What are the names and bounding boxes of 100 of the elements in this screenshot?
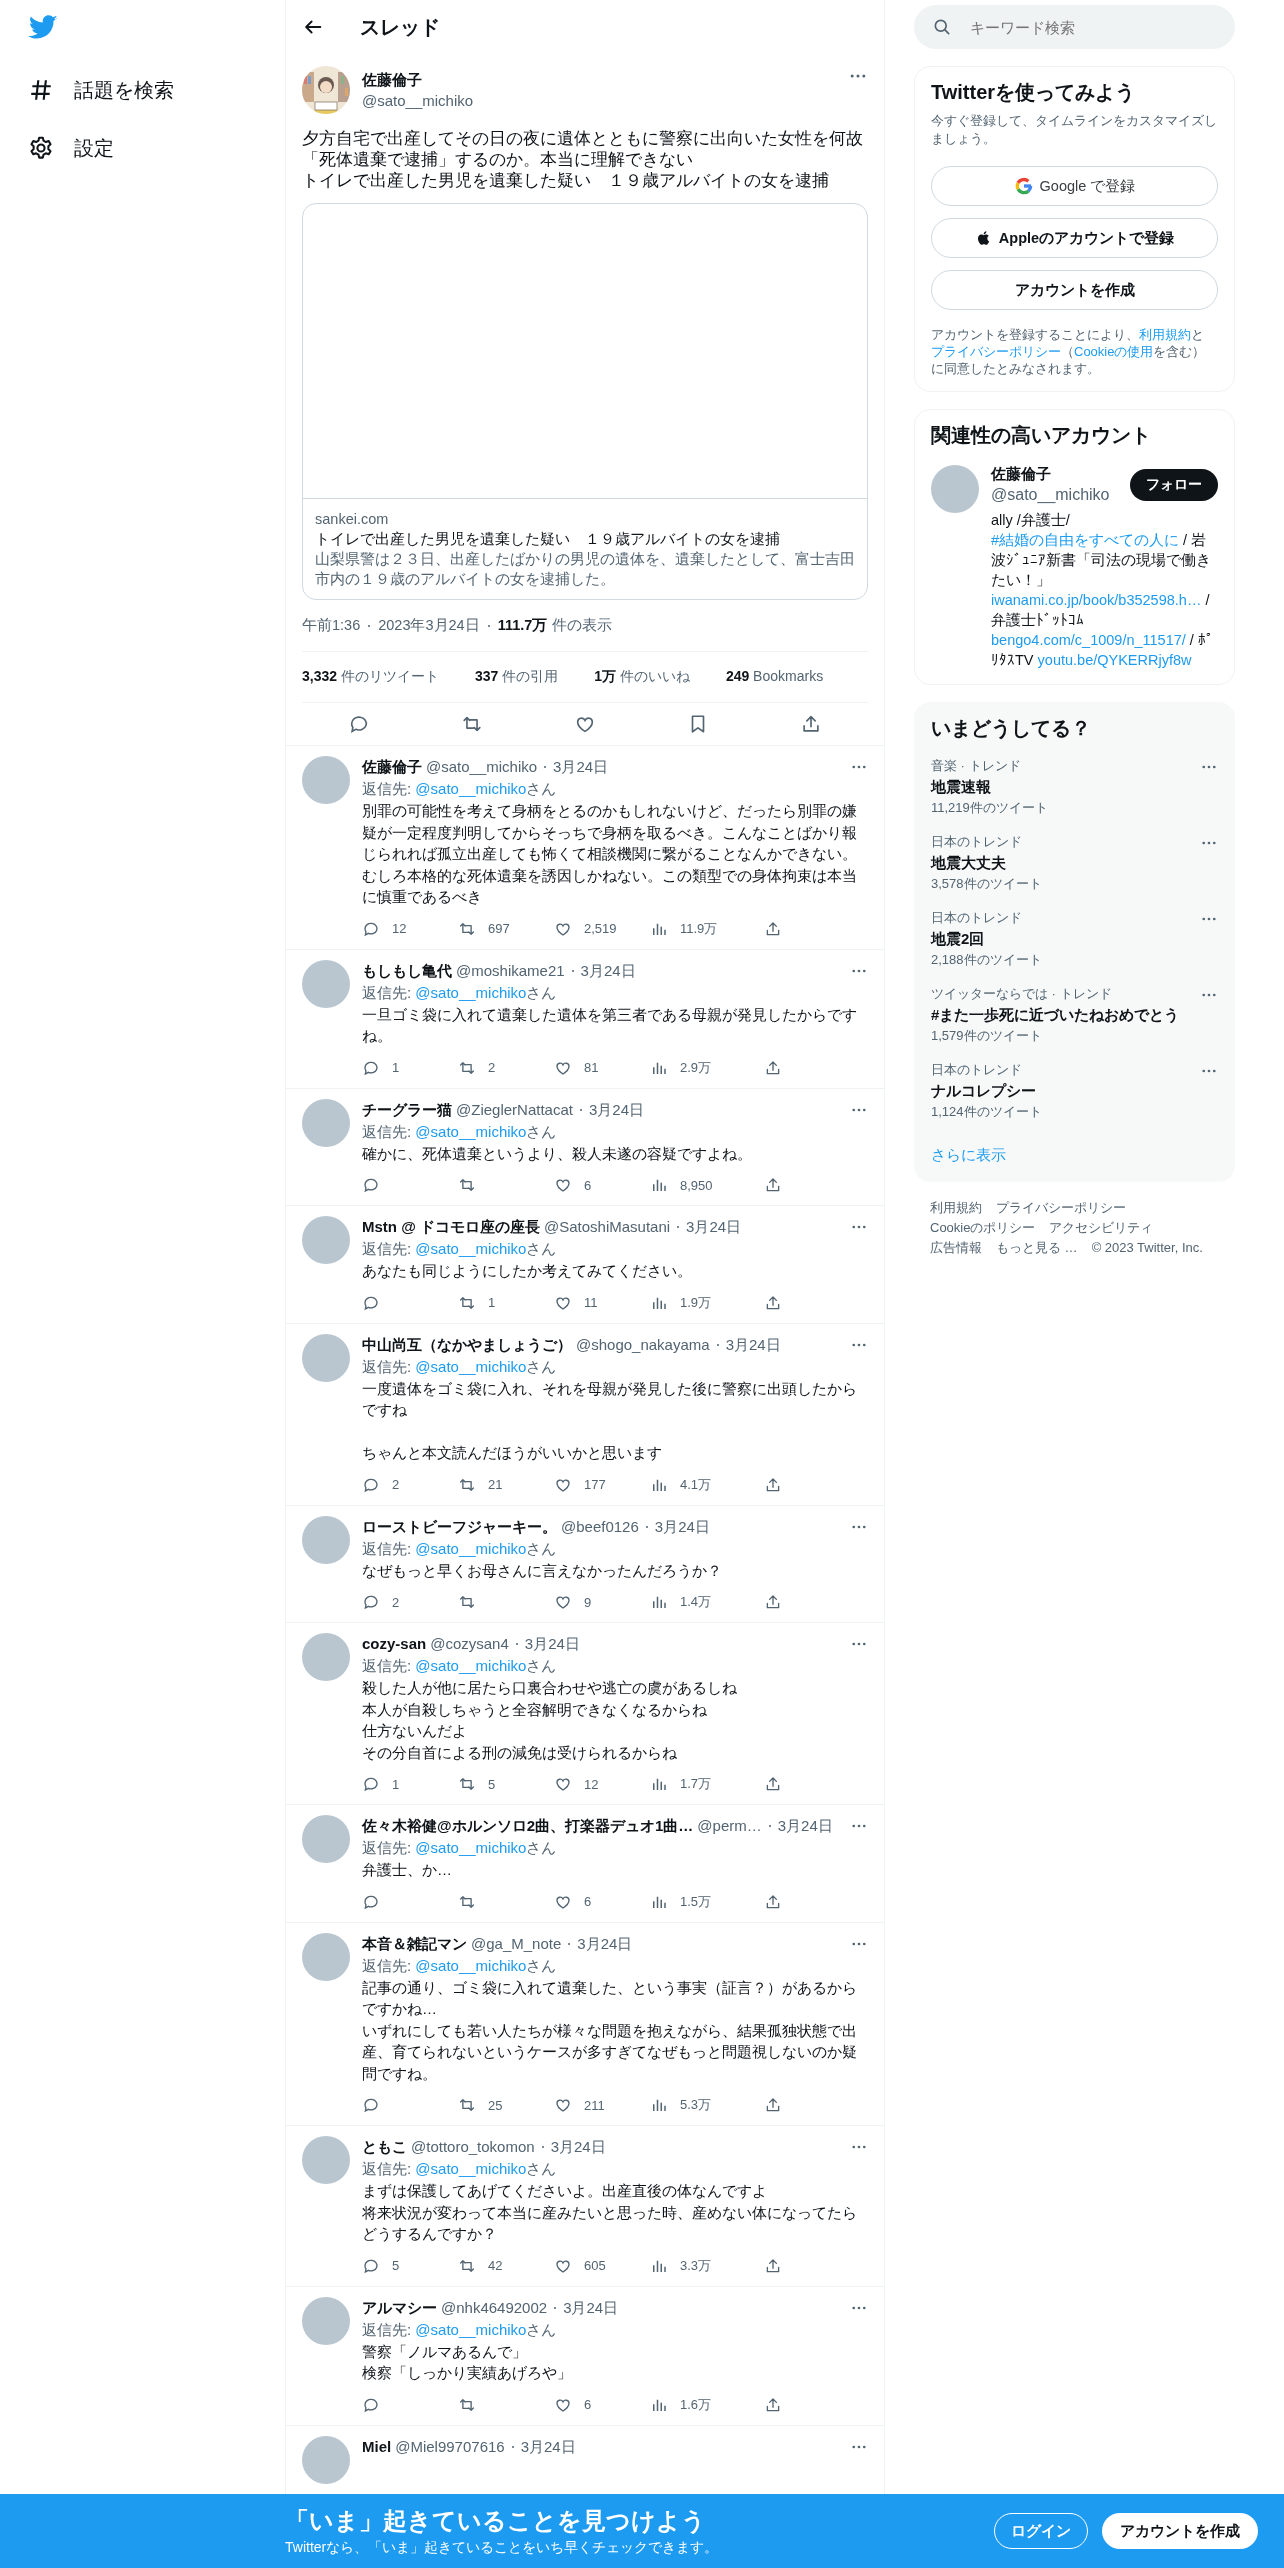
user-name[interactable]: 佐々木裕健@ホルンソロ2曲、打楽器デュオ1曲… <box>362 1815 694 1837</box>
tweet-time[interactable]: 午前1:36 <box>302 616 361 635</box>
reply-date[interactable]: 3月24日 <box>550 2136 606 2158</box>
nav-link[interactable]: 設定 <box>74 134 114 162</box>
user-name[interactable]: Miel <box>362 2435 392 2458</box>
search-field[interactable]: キーワード検索 <box>914 5 1235 49</box>
user-handle[interactable]: @perm… <box>697 1815 762 1837</box>
user-name[interactable]: ともこ <box>362 2136 407 2158</box>
stat-text[interactable]: 249 Bookmarks <box>725 668 824 686</box>
action-count: 1.5万 <box>680 1892 712 1911</box>
retweet-icon[interactable] <box>458 1176 476 1194</box>
banner-title: 「いま」起きていることを見つけよう <box>285 2506 707 2536</box>
user-name[interactable]: アルマシー <box>362 2296 437 2319</box>
signup-button[interactable]: アカウントを作成 <box>1102 2513 1258 2549</box>
trend-title[interactable]: 地震大丈夫 <box>931 852 1042 874</box>
footer-link[interactable]: 広告情報 <box>930 1239 982 1257</box>
user-name[interactable]: 中山尚互（なかやましょうご） <box>362 1333 572 1356</box>
share-icon[interactable] <box>764 2256 782 2275</box>
reply-icon[interactable] <box>362 1775 380 1793</box>
user-handle[interactable]: @sato__michiko <box>991 486 1110 504</box>
user-name[interactable]: 佐藤倫子 <box>362 71 836 90</box>
reply-date[interactable]: 3月24日 <box>725 1333 781 1356</box>
signup-button[interactable]: Appleのアカウントで登録 <box>931 218 1218 258</box>
reply-date[interactable]: 3月24日 <box>588 1098 644 1121</box>
user-handle[interactable]: @moshikame21 <box>456 959 565 982</box>
share-icon[interactable] <box>764 1892 782 1911</box>
user-handle[interactable]: @nhk46492002 <box>441 2296 548 2319</box>
user-handle[interactable]: @SatoshiMasutani <box>543 1216 671 1238</box>
footer-link[interactable]: Cookieのポリシー <box>930 1219 1036 1237</box>
footer-link[interactable]: 利用規約 <box>930 1199 982 1217</box>
user-handle[interactable]: @sato__michiko <box>426 756 538 778</box>
share-icon[interactable] <box>764 1293 782 1312</box>
share-icon[interactable] <box>764 2395 782 2414</box>
user-name[interactable]: cozy-san <box>362 1633 427 1655</box>
reply-date[interactable]: 3月24日 <box>524 1633 580 1655</box>
stat-text[interactable]: 3,332 件のリツイート <box>302 668 439 686</box>
user-name[interactable]: 佐藤倫子 <box>362 756 422 778</box>
share-icon[interactable] <box>764 1176 782 1194</box>
reply-text: 一度遺体をゴミ袋に入れ、それを母親が発見した後に警察に出頭したからですね <box>362 1378 858 1420</box>
tweet-date[interactable]: 2023年3月24日 <box>378 616 480 635</box>
heart-icon[interactable] <box>554 1775 572 1793</box>
follow-button[interactable]: フォロー <box>1130 468 1218 501</box>
user-handle[interactable]: @shogo_nakayama <box>576 1333 710 1356</box>
signup-button[interactable]: Google で登録 <box>931 166 1218 206</box>
user-handle[interactable]: @cozysan4 <box>430 1633 509 1655</box>
reply-date[interactable]: 3月24日 <box>520 2435 576 2458</box>
reply-date[interactable]: 3月24日 <box>580 959 636 982</box>
action-count: 25 <box>488 2097 503 2113</box>
retweet-icon[interactable] <box>458 1775 476 1793</box>
trend-title[interactable]: #また一歩死に近づいたねおめでとう <box>931 1004 1180 1026</box>
link-card[interactable]: sankei.com トイレで出産した男児を遺棄した疑い １９歳アルバイトの女を逮捕 山梨県警は２３日、出産したばかりの男児の遺体を、遺棄したとして、富士吉田市内の１９歳のアルバイトの女を逮捕した。 <box>302 203 868 600</box>
user-handle[interactable]: @tottoro_tokomon <box>411 2136 535 2158</box>
share-icon[interactable] <box>764 1475 782 1494</box>
settings-icon[interactable] <box>28 135 54 161</box>
share-icon[interactable] <box>764 1593 782 1611</box>
reply-icon[interactable] <box>362 1593 380 1611</box>
user-handle[interactable]: @Miel99707616 <box>395 2435 505 2458</box>
trend-title[interactable]: 地震2回 <box>931 928 1042 950</box>
share-icon[interactable] <box>764 1058 782 1077</box>
footer-link[interactable]: プライバシーポリシー <box>996 1199 1126 1217</box>
signup-button[interactable]: アカウントを作成 <box>931 270 1218 310</box>
share-icon[interactable] <box>764 919 782 938</box>
heart-icon[interactable] <box>554 1593 572 1611</box>
stat-text[interactable]: 1万 件のいいね <box>594 668 690 686</box>
hashtag-icon[interactable] <box>28 77 54 103</box>
nav-link[interactable]: 話題を検索 <box>74 76 174 104</box>
reply-date[interactable]: 3月24日 <box>654 1515 710 1538</box>
reply-date[interactable]: 3月24日 <box>553 756 609 778</box>
retweet-icon[interactable] <box>458 2096 476 2114</box>
user-name[interactable]: Mstn @ ドコモロ座の座長 <box>362 1216 540 1238</box>
user-name[interactable]: 佐藤倫子 <box>991 465 1110 484</box>
reply-icon[interactable] <box>362 1176 380 1194</box>
card-description: 山梨県警は２３日、出産したばかりの男児の遺体を、遺棄したとして、富士吉田市内の１９歳のアルバイトの女を逮捕した。 <box>315 550 855 589</box>
reply-date[interactable]: 3月24日 <box>777 1815 833 1837</box>
heart-icon[interactable] <box>554 1176 572 1194</box>
user-handle[interactable]: @ga_M_note <box>471 1932 562 1955</box>
user-name[interactable]: チーグラー猫 <box>362 1098 452 1121</box>
trend-title[interactable]: ナルコレプシー <box>931 1080 1042 1102</box>
reply-date[interactable]: 3月24日 <box>686 1216 742 1238</box>
footer-link[interactable]: もっと見る … <box>996 1239 1078 1257</box>
g-logo-icon <box>1013 176 1034 196</box>
trend-category: ツイッターならでは · トレンド <box>931 985 1113 1003</box>
retweet-icon[interactable] <box>458 1593 476 1611</box>
user-handle[interactable]: @sato__michiko <box>362 92 836 109</box>
user-name[interactable]: ローストビーフジャーキー。 <box>362 1515 557 1538</box>
user-name[interactable]: もしもし亀代 <box>362 959 452 982</box>
reply-date[interactable]: 3月24日 <box>563 2296 619 2319</box>
trend-title[interactable]: 地震速報 <box>931 776 1048 798</box>
action-count: 5 <box>488 1776 496 1792</box>
user-handle[interactable]: @beef0126 <box>561 1515 639 1538</box>
share-icon[interactable] <box>764 1775 782 1793</box>
reply-date[interactable]: 3月24日 <box>577 1932 633 1955</box>
reply-text: 別罪の可能性を考えて身柄をとるのかもしれないけど、だったら別罪の嫌疑が一定程度判明してからそっちで身柄を取るべき。こんなことばかり報じられれば孤立出産しても怖くて相談機関に繋がることなんかできない。むしろ本格的な死体遺棄を誘因しかねない。この類型での身体拘束は本当に慎重であるべき <box>362 801 858 907</box>
footer-link[interactable]: アクセシビリティ <box>1049 1219 1154 1237</box>
heart-icon[interactable] <box>554 2096 572 2114</box>
stat-text[interactable]: 337 件の引用 <box>474 668 559 686</box>
reply-icon[interactable] <box>362 2096 380 2114</box>
share-icon[interactable] <box>764 2096 782 2114</box>
user-handle[interactable]: @ZieglerNattacat <box>456 1098 573 1121</box>
user-name[interactable]: 本音＆雑記マン <box>362 1932 467 1955</box>
